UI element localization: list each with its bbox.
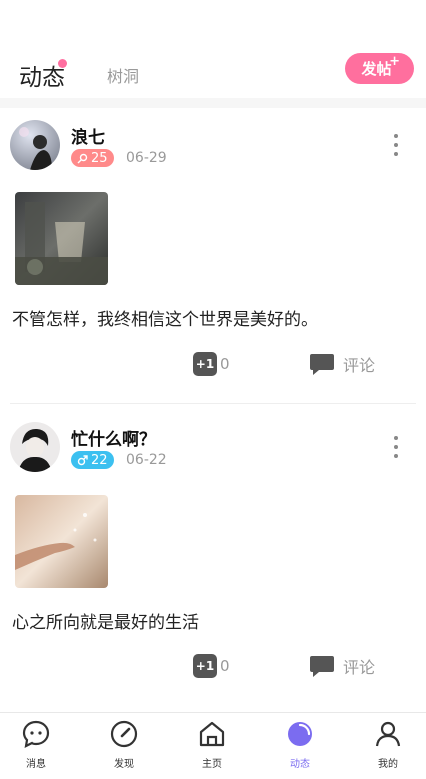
tab-tree-hole[interactable]: 树洞 [107,63,139,87]
plus-one-count: 0 [220,657,230,675]
moments-icon [288,722,312,746]
top-header: 动态 树洞 发帖 + [0,0,426,98]
post-card: 浪七 25 06-29 不管怎样，我终相信这个世界是美好的。 +1 0 评论 [0,108,426,404]
new-post-label: 发帖 [361,60,392,78]
tab-label: 发现 [114,759,134,770]
comment-button[interactable]: 评论 [309,351,375,377]
post-date: 06-29 [126,150,167,166]
plus-one-count: 0 [220,355,230,373]
plus-one-icon: +1 [193,654,217,678]
new-post-button[interactable]: 发帖 + [345,53,414,84]
post-card: 忙什么啊？ 22 06-22 心之所向就是最好的生活 +1 0 评论 [0,404,426,708]
tab-discover[interactable]: 发现 [94,719,154,770]
tab-profile[interactable]: 我的 [358,719,418,770]
post-image[interactable] [15,495,108,588]
plus-one-button[interactable]: +1 0 [193,654,230,678]
tab-label: 我的 [378,759,398,770]
home-icon [199,721,225,747]
post-date: 06-22 [126,452,167,468]
age-value: 22 [91,452,108,468]
username[interactable]: 忙什么啊？ [71,425,156,450]
avatar[interactable] [10,422,60,472]
tab-label: 消息 [26,759,46,770]
plus-one-icon: +1 [193,352,217,376]
comment-button[interactable]: 评论 [309,653,375,679]
female-icon [77,153,88,163]
bottom-tab-bar: 消息 发现 主页 动态 我的 [0,712,426,779]
new-post-plus-mark: + [389,54,400,69]
comment-icon [310,354,334,375]
comment-label: 评论 [343,356,376,375]
profile-icon [375,721,401,747]
avatar[interactable] [10,120,60,170]
message-icon [22,720,50,748]
unread-dot [58,59,67,68]
more-options-icon[interactable] [390,436,402,458]
more-options-icon[interactable] [390,134,402,156]
tab-home[interactable]: 主页 [182,719,242,770]
male-icon [77,454,88,465]
username[interactable]: 浪七 [71,123,105,148]
section-divider [0,98,426,108]
comment-icon [310,656,334,677]
age-value: 25 [91,150,108,166]
compass-icon [110,720,138,748]
tab-messages[interactable]: 消息 [6,719,66,770]
post-content: 心之所向就是最好的生活 [12,613,199,633]
tab-label: 主页 [202,759,222,770]
comment-label: 评论 [343,658,376,677]
post-image[interactable] [15,192,108,285]
gender-age-badge: 25 [71,149,114,167]
gender-age-badge: 22 [71,451,114,469]
tab-label: 动态 [290,759,310,770]
post-content: 不管怎样，我终相信这个世界是美好的。 [12,310,318,330]
tab-moments-active[interactable]: 动态 [270,719,330,770]
plus-one-button[interactable]: +1 0 [193,352,230,376]
